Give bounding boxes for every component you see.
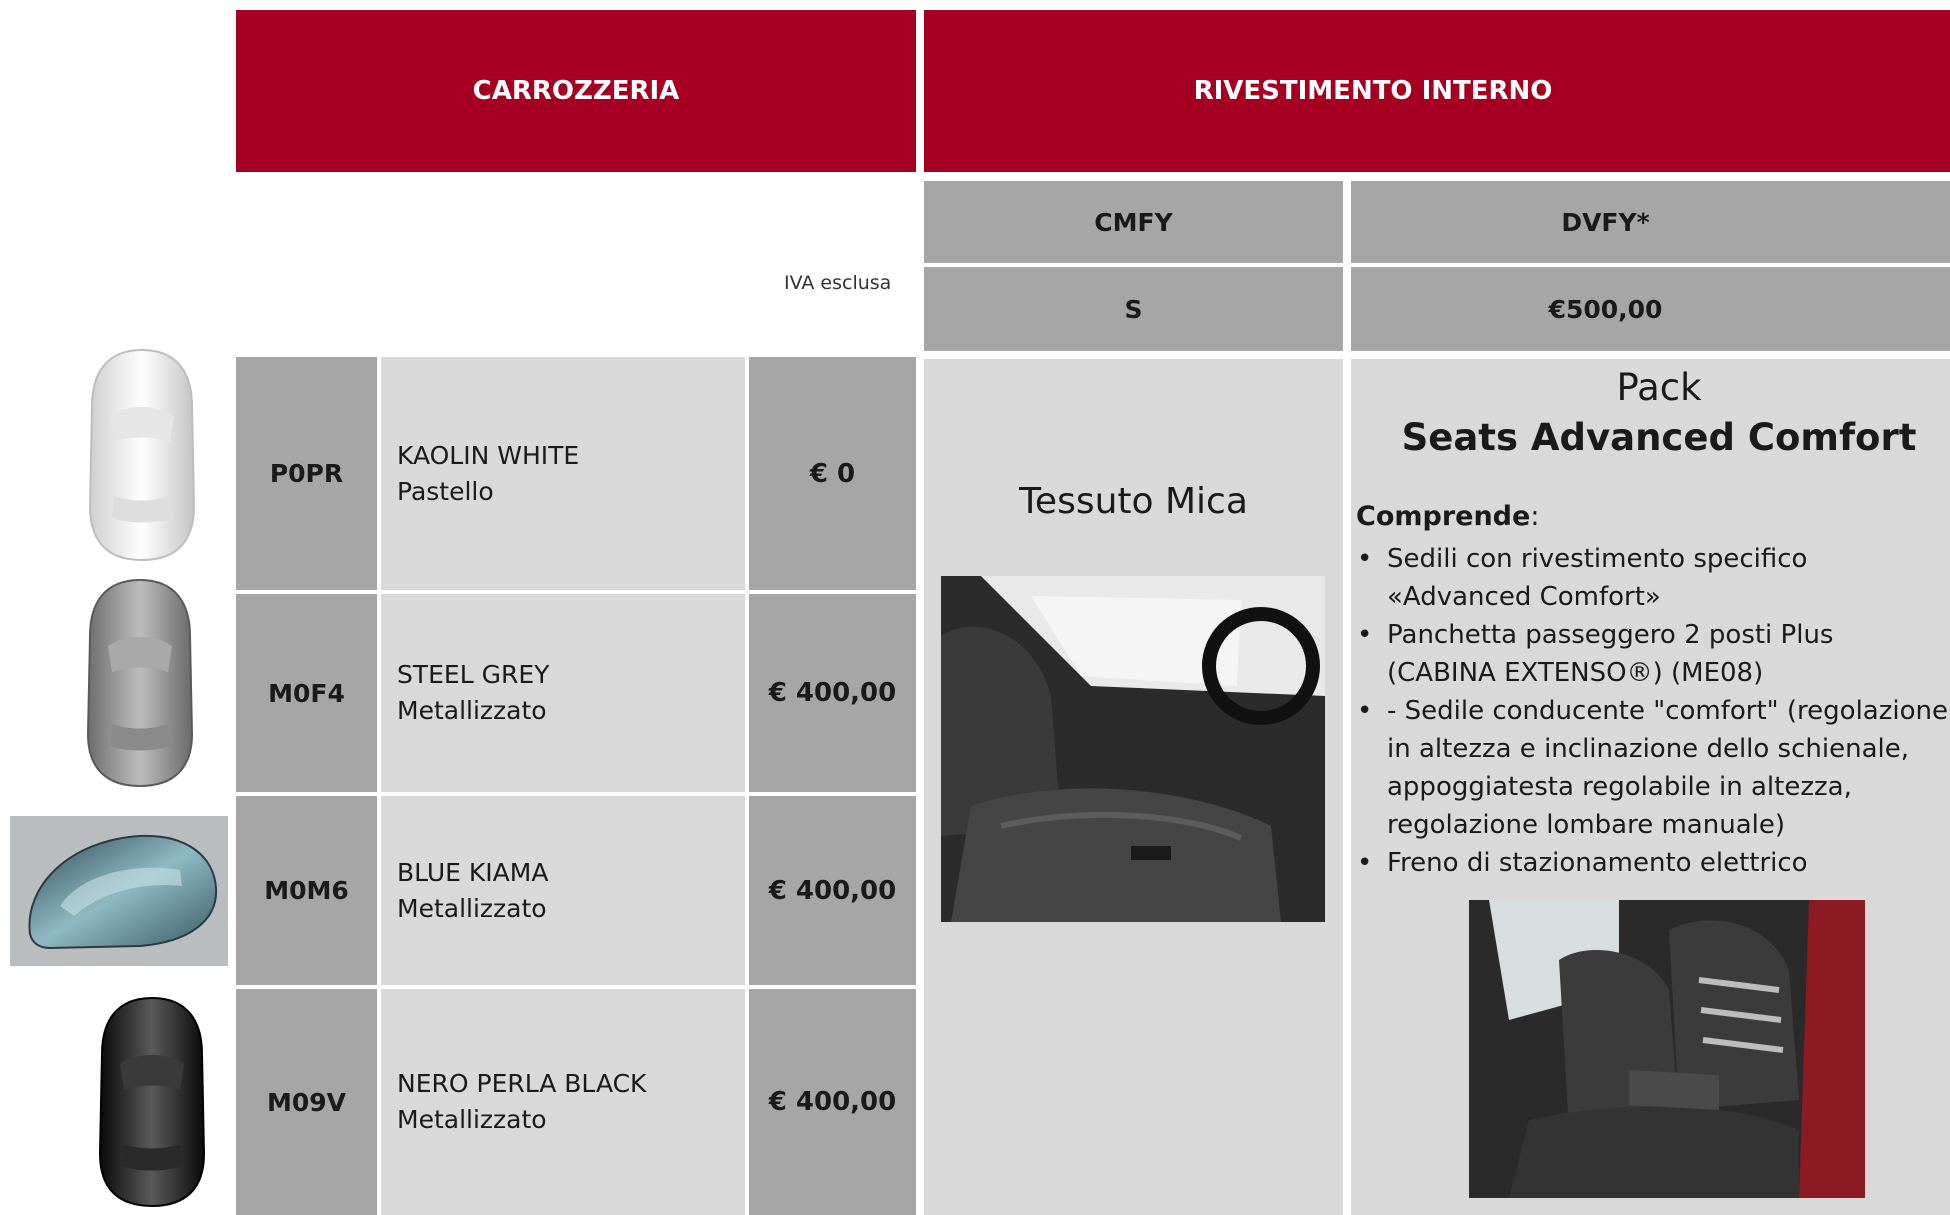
bullet-icon: •: [1357, 620, 1373, 650]
car-blue-icon: [28, 834, 218, 950]
color-price: € 0: [809, 458, 856, 489]
color-price: € 400,00: [768, 678, 897, 708]
fabric-title: Tessuto Mica: [1019, 481, 1248, 522]
vat-note: IVA esclusa: [784, 272, 892, 294]
color-name: KAOLIN WHITE: [397, 440, 580, 470]
car-black-icon: [98, 996, 206, 1208]
color-code-cell: M0M6: [236, 796, 377, 985]
color-code: M0M6: [264, 876, 349, 905]
color-code-cell: P0PR: [236, 357, 377, 590]
interior-code-cmfy: CMFY: [924, 181, 1343, 263]
bullet-icon: •: [1357, 848, 1373, 878]
interior-price-cmfy: S: [924, 267, 1343, 351]
car-white-icon: [88, 348, 196, 562]
color-name-cell: NERO PERLA BLACK Metallizzato: [381, 989, 745, 1215]
color-name: BLUE KIAMA: [397, 857, 549, 887]
feature-text: Freno di stazionamento elettrico: [1387, 848, 1808, 878]
comfort-seat-photo-icon: [1469, 900, 1865, 1198]
list-item: • Sedili con rivestimento specifico «Adva…: [1351, 540, 1948, 616]
interior-header: RIVESTIMENTO INTERNO: [924, 10, 1950, 172]
pack-title-line2: Seats Advanced Comfort: [1401, 416, 1917, 459]
feature-text: Panchetta passeggero 2 posti Plus (CABIN…: [1387, 620, 1834, 688]
feature-text: - Sedile conducente "comfort" (regolazio…: [1387, 696, 1948, 840]
interior-price-dvfy: €500,00: [1351, 267, 1950, 351]
fabric-panel: Tessuto Mica: [924, 359, 1343, 1215]
interior-code-label: DVFY*: [1561, 207, 1650, 237]
interior-code-label: CMFY: [1094, 207, 1173, 237]
color-type: Pastello: [397, 476, 494, 506]
bullet-icon: •: [1357, 696, 1373, 726]
color-price-cell: € 400,00: [749, 989, 916, 1215]
color-name: STEEL GREY: [397, 660, 550, 689]
pack-title-line1: Pack: [1616, 366, 1702, 409]
color-code: P0PR: [269, 459, 344, 488]
pack-feature-list: • Sedili con rivestimento specifico «Adva…: [1351, 540, 1948, 882]
feature-text: Sedili con rivestimento specifico «Advan…: [1387, 544, 1808, 612]
color-price: € 400,00: [768, 1087, 897, 1117]
color-code: M0F4: [268, 678, 345, 708]
color-name-cell: BLUE KIAMA Metallizzato: [381, 796, 745, 985]
color-price: € 400,00: [768, 875, 897, 906]
pack-panel: Pack Seats Advanced Comfort Comprende: •…: [1351, 359, 1950, 1215]
list-item: • Freno di stazionamento elettrico: [1351, 844, 1948, 882]
color-price-cell: € 400,00: [749, 594, 916, 792]
includes-colon: :: [1530, 501, 1540, 532]
bullet-icon: •: [1357, 544, 1373, 574]
color-price-cell: € 400,00: [749, 796, 916, 985]
list-item: • Panchetta passeggero 2 posti Plus (CABI…: [1351, 616, 1948, 692]
interior-code-dvfy: DVFY*: [1351, 181, 1950, 263]
color-price-cell: € 0: [749, 357, 916, 590]
carrozzeria-header-label: CARROZZERIA: [472, 76, 680, 106]
color-code-cell: M0F4: [236, 594, 377, 792]
interior-price-label: S: [1124, 294, 1143, 324]
interior-price-label: €500,00: [1548, 294, 1663, 324]
interior-header-label: RIVESTIMENTO INTERNO: [1193, 76, 1553, 106]
includes-heading: Comprende:: [1356, 501, 1539, 532]
color-name: NERO PERLA BLACK: [397, 1069, 647, 1098]
seat-photo-icon: [941, 576, 1325, 922]
color-name-cell: KAOLIN WHITE Pastello: [381, 357, 745, 590]
color-type: Metallizzato: [397, 696, 547, 725]
car-grey-icon: [86, 578, 194, 788]
blue-swatch-frame: [10, 816, 228, 966]
color-name-cell: STEEL GREY Metallizzato: [381, 594, 745, 792]
color-code-cell: M09V: [236, 989, 377, 1215]
list-item: • - Sedile conducente "comfort" (regolazi…: [1351, 692, 1948, 844]
includes-label: Comprende: [1356, 501, 1531, 532]
color-type: Metallizzato: [397, 1105, 547, 1134]
color-type: Metallizzato: [397, 893, 547, 923]
color-code: M09V: [266, 1087, 347, 1117]
carrozzeria-header: CARROZZERIA: [236, 10, 916, 172]
